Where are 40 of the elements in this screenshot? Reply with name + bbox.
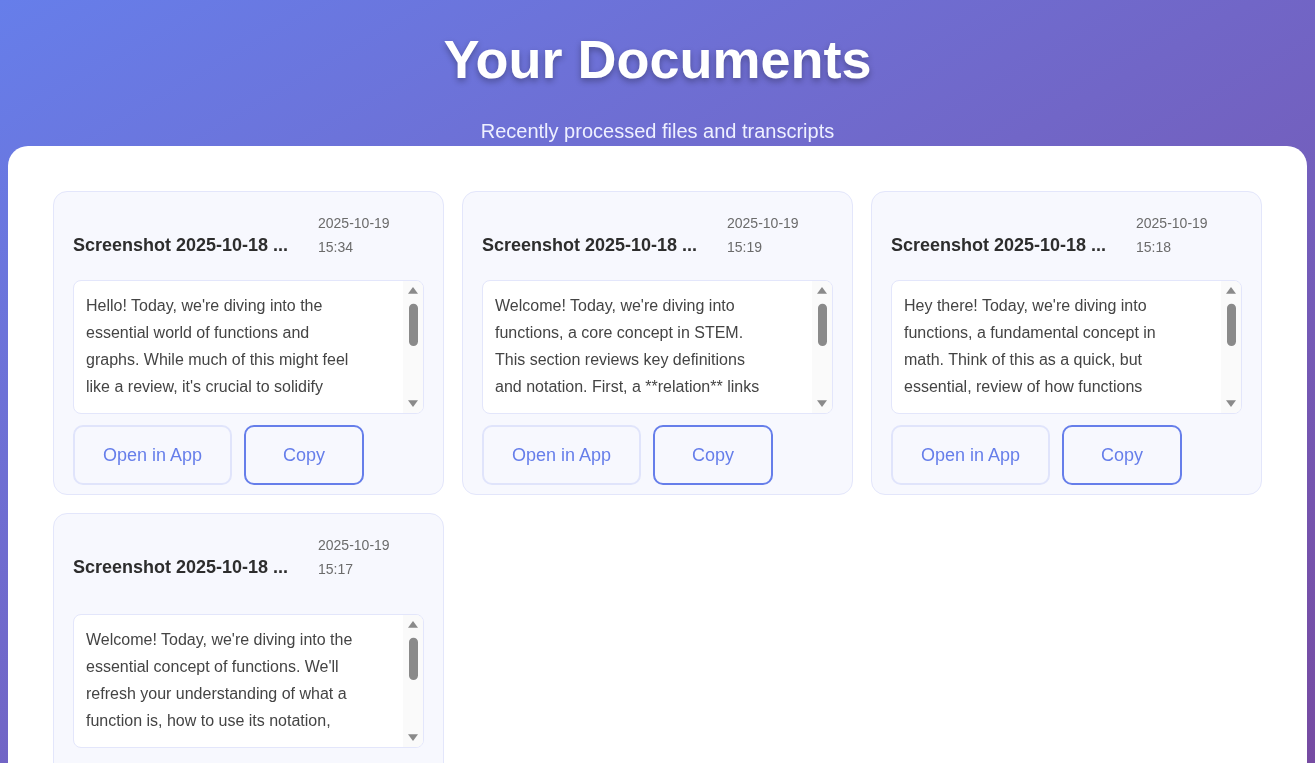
document-date: 2025-10-19	[727, 214, 799, 233]
document-time: 15:34	[318, 238, 354, 257]
transcript-line: Hello! Today, we're diving into the	[86, 296, 324, 316]
copy-button[interactable]: Copy	[653, 425, 774, 485]
transcript-box[interactable]: Hello! Today, we're diving into the essential world of functions and graphs. While much of this might feel like a review, it's crucial to solidify	[73, 280, 424, 414]
transcript-line: essential concept of functions. We'll	[86, 657, 340, 677]
transcript-box[interactable]: Hey there! Today, we're diving into functions, a fundamental concept in math. Think of this as a quick, but essential, review of how functions	[891, 280, 1242, 414]
transcript-line: graphs. While much of this might feel	[86, 350, 350, 370]
transcript-line: Welcome! Today, we're diving into the	[86, 630, 354, 650]
transcript-line: This section reviews key definitions	[495, 350, 746, 370]
document-title: Screenshot 2025-10-18 ...	[73, 234, 289, 257]
copy-button[interactable]: Copy	[244, 425, 365, 485]
document-title: Screenshot 2025-10-18 ...	[73, 556, 289, 579]
transcript-line: math. Think of this as a quick, but	[904, 350, 1144, 370]
transcript-line: functions, a core concept in STEM.	[495, 323, 745, 343]
document-title: Screenshot 2025-10-18 ...	[891, 234, 1107, 257]
open-in-app-button[interactable]: Open in App	[73, 425, 233, 485]
document-time: 15:19	[727, 238, 763, 257]
document-time: 15:18	[1136, 238, 1172, 257]
transcript-line: refresh your understanding of what a	[86, 684, 348, 704]
open-in-app-button[interactable]: Open in App	[482, 425, 642, 485]
open-in-app-button[interactable]: Open in App	[891, 425, 1051, 485]
transcript-line: essential world of functions and	[86, 323, 311, 343]
transcript-line: and notation. First, a **relation** links	[495, 377, 761, 397]
page-title: Your Documents	[443, 28, 872, 91]
transcript-line: function is, how to use its notation,	[86, 711, 332, 731]
copy-button[interactable]: Copy	[1062, 425, 1183, 485]
transcript-line: like a review, it's crucial to solidify	[86, 377, 324, 397]
document-date: 2025-10-19	[318, 536, 390, 555]
transcript-line: essential, review of how functions	[904, 377, 1144, 397]
transcript-line: Hey there! Today, we're diving into	[904, 296, 1148, 316]
document-title: Screenshot 2025-10-18 ...	[482, 234, 698, 257]
document-date: 2025-10-19	[1136, 214, 1208, 233]
transcript-line: functions, a fundamental concept in	[904, 323, 1157, 343]
transcript-line: Welcome! Today, we're diving into	[495, 296, 736, 316]
document-time: 15:17	[318, 560, 354, 579]
document-date: 2025-10-19	[318, 214, 390, 233]
page-subtitle: Recently processed files and transcripts	[480, 119, 835, 144]
transcript-box[interactable]: Welcome! Today, we're diving into functions, a core concept in STEM. This section reviews key definitions and notation. First, a **relation** links	[482, 280, 833, 414]
transcript-box[interactable]: Welcome! Today, we're diving into the essential concept of functions. We'll refresh your understanding of what a function is, how to use its notation,	[73, 614, 424, 748]
